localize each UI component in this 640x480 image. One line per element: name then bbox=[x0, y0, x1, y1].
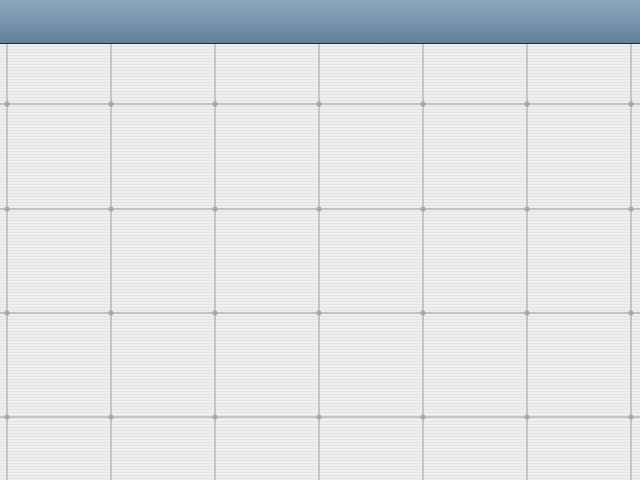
grid-node bbox=[316, 310, 322, 316]
grid-node bbox=[212, 206, 218, 212]
grid-node bbox=[524, 206, 530, 212]
grid-node bbox=[420, 310, 426, 316]
grid-node bbox=[212, 101, 218, 107]
grid-node bbox=[524, 101, 530, 107]
grid-node bbox=[108, 310, 114, 316]
grid-node bbox=[212, 414, 218, 420]
grid-node bbox=[628, 414, 634, 420]
grid-node bbox=[628, 310, 634, 316]
grid-node bbox=[212, 310, 218, 316]
grid-node bbox=[108, 414, 114, 420]
grid-lines bbox=[0, 44, 640, 480]
grid-node bbox=[108, 206, 114, 212]
grid-node bbox=[420, 206, 426, 212]
grid-node bbox=[420, 414, 426, 420]
grid-node bbox=[628, 206, 634, 212]
grid-node bbox=[316, 101, 322, 107]
grid-node bbox=[4, 206, 10, 212]
grid-node bbox=[108, 101, 114, 107]
grid-node bbox=[4, 310, 10, 316]
grid-node bbox=[316, 206, 322, 212]
grid-node bbox=[316, 414, 322, 420]
title-bar bbox=[0, 0, 640, 44]
grid-node bbox=[4, 101, 10, 107]
grid-node bbox=[524, 310, 530, 316]
grid-node bbox=[524, 414, 530, 420]
grid-node bbox=[4, 414, 10, 420]
grid-node bbox=[628, 101, 634, 107]
app-window bbox=[0, 0, 640, 480]
grid-node bbox=[420, 101, 426, 107]
grid-canvas[interactable] bbox=[0, 44, 640, 480]
